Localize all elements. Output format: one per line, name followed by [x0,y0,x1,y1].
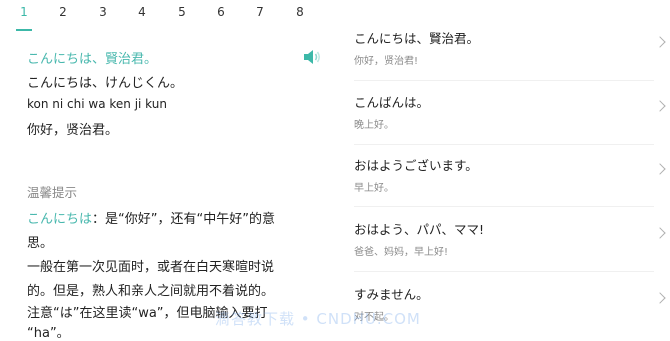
active-tab-indicator [16,29,32,31]
tab-2[interactable]: 2 [53,5,73,19]
tip-line-2: 思。 [27,236,54,251]
sentence-kana: こんにちは、けんじくん。 [27,76,184,91]
phrase-chinese: 晚上好。 [354,120,394,131]
sentence-romaji: kon ni chi wa ken ji kun [27,97,167,111]
tip-line-1-text: ：是“你好”，还有“中午好”的意 [92,212,275,227]
tab-5[interactable]: 5 [172,5,192,19]
tip-highlight: こんにちは [27,212,93,227]
phrase-japanese: すみません。 [354,287,429,302]
chevron-right-icon [654,292,666,304]
lesson-tabs: 1 2 3 4 5 6 7 8 [0,5,340,31]
tips-heading: 温馨提示 [27,185,78,200]
divider [354,80,654,81]
speaker-icon[interactable] [302,49,322,65]
phrase-chinese: 早上好。 [354,183,394,194]
list-item[interactable]: こんにちは、賢治君。 你好，贤治君! [354,28,670,78]
phrase-chinese: 你好，贤治君! [354,56,419,67]
sentence-translation: 你好，贤治君。 [27,123,119,138]
phrase-japanese: こんにちは、賢治君。 [354,31,480,46]
list-item[interactable]: こんばんは。 晚上好。 [354,92,670,142]
tip-line-6: “ha”。 [27,326,70,341]
list-item[interactable]: おはようございます。 早上好。 [354,155,670,205]
tab-6[interactable]: 6 [211,5,231,19]
chevron-right-icon [654,100,666,112]
tab-4[interactable]: 4 [132,5,152,19]
tip-line-4: 的。但是，熟人和亲人之间就用不着说的。 [27,284,275,299]
tab-8[interactable]: 8 [290,5,310,19]
chevron-right-icon [654,36,666,48]
tip-line-3: 一般在第一次见面时，或者在白天寒暄时说 [27,260,275,275]
phrase-chinese: 爸爸、妈妈，早上好! [354,247,449,258]
divider [354,271,654,272]
phrase-japanese: おはよう、パパ、ママ! [354,222,485,237]
divider [354,144,654,145]
sentence-japanese: こんにちは、賢治君。 [27,52,158,67]
phrase-japanese: おはようございます。 [354,158,478,173]
tab-3[interactable]: 3 [93,5,113,19]
watermark: 滴答教下载 • CNDHU.COM [215,310,421,328]
tip-line-1: こんにちは：是“你好”，还有“中午好”的意 [27,208,275,227]
divider [354,206,654,207]
tab-1[interactable]: 1 [14,5,34,19]
list-item[interactable]: おはよう、パパ、ママ! 爸爸、妈妈，早上好! [354,219,670,269]
tab-7[interactable]: 7 [250,5,270,19]
chevron-right-icon [654,163,666,175]
lesson-panel: 1 2 3 4 5 6 7 8 こんにちは、賢治君。 こんにちは、けんじくん。 … [0,0,340,341]
chevron-right-icon [654,227,666,239]
phrase-japanese: こんばんは。 [354,95,430,110]
phrase-list: こんにちは、賢治君。 你好，贤治君! こんばんは。 晚上好。 おはようございます… [340,0,670,338]
